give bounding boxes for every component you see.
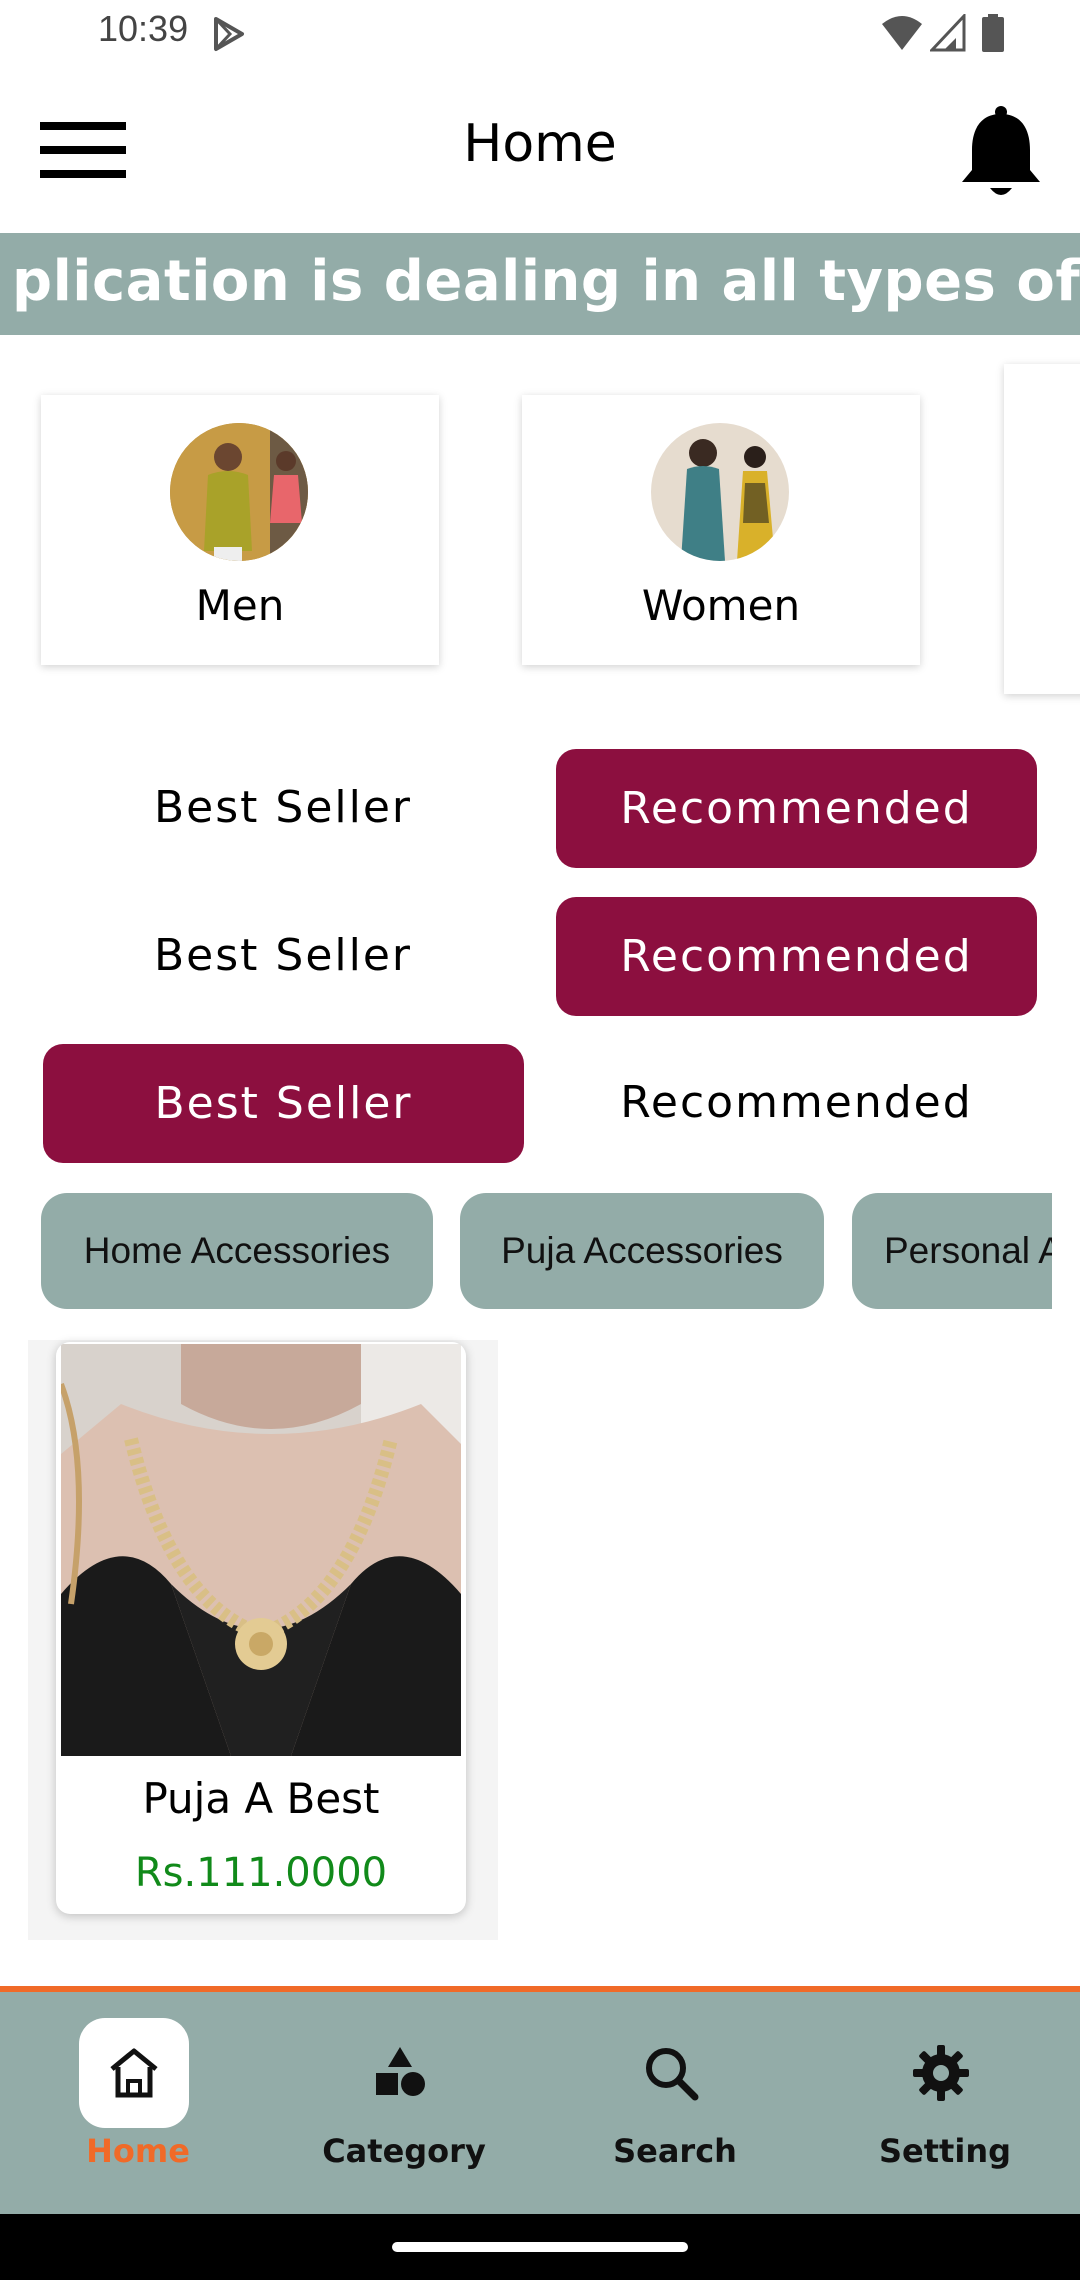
menu-icon[interactable] — [40, 120, 126, 180]
product-image — [61, 1344, 461, 1756]
gear-icon — [913, 2045, 969, 2101]
category-card-women[interactable]: Women — [522, 395, 920, 665]
announcement-marquee: plication is dealing in all types of fas… — [0, 233, 1080, 335]
category-avatar-women — [651, 423, 789, 561]
play-store-icon — [214, 17, 244, 51]
best-seller-tab-2[interactable]: Best Seller — [42, 928, 524, 984]
nav-label-setting: Setting — [879, 2132, 1011, 2170]
category-label-women: Women — [641, 581, 801, 630]
category-avatar-men — [170, 423, 308, 561]
recommended-tab-1[interactable]: Recommended — [556, 749, 1037, 868]
category-card-men[interactable]: Men — [41, 395, 439, 665]
product-price: Rs.111.0000 — [134, 1850, 388, 1896]
nav-label-category: Category — [322, 2132, 486, 2170]
search-icon-wrap — [616, 2018, 726, 2128]
chip-puja-accessories[interactable]: Puja Accessories — [460, 1193, 824, 1309]
battery-icon — [982, 14, 1004, 52]
nav-label-home: Home — [86, 2132, 190, 2170]
status-time: 10:39 — [98, 8, 189, 49]
category-icon — [376, 2047, 425, 2096]
page-title: Home — [463, 114, 617, 174]
nav-item-setting[interactable]: Setting — [845, 2010, 1045, 2210]
best-seller-tab-1[interactable]: Best Seller — [42, 780, 524, 836]
nav-label-search: Search — [613, 2132, 737, 2170]
wifi-icon — [882, 16, 922, 50]
chip-personal-accessories[interactable]: Personal A — [852, 1193, 1052, 1309]
nav-item-search[interactable]: Search — [575, 2010, 775, 2210]
best-seller-tab-3[interactable]: Best Seller — [43, 1044, 524, 1163]
gesture-handle[interactable] — [392, 2242, 688, 2252]
marquee-text: plication is dealing in all types of fas… — [12, 249, 1080, 314]
nav-item-home[interactable]: Home — [38, 2010, 238, 2210]
category-card-partial[interactable] — [1004, 364, 1080, 694]
search-icon — [646, 2048, 699, 2101]
recommended-tab-2[interactable]: Recommended — [556, 897, 1037, 1016]
gear-icon-wrap — [886, 2018, 996, 2128]
notification-bell-icon[interactable] — [958, 104, 1044, 200]
category-label-men: Men — [195, 581, 285, 630]
category-icon-wrap — [345, 2018, 455, 2128]
chip-home-accessories[interactable]: Home Accessories — [41, 1193, 433, 1309]
home-icon — [110, 2048, 158, 2098]
nav-item-category[interactable]: Category — [304, 2010, 504, 2210]
product-card[interactable]: Puja A Best Rs.111.0000 — [56, 1342, 466, 1914]
home-icon-wrap — [79, 2018, 189, 2128]
recommended-tab-3[interactable]: Recommended — [556, 1075, 1037, 1131]
signal-icon — [930, 14, 966, 52]
product-name: Puja A Best — [142, 1774, 380, 1823]
